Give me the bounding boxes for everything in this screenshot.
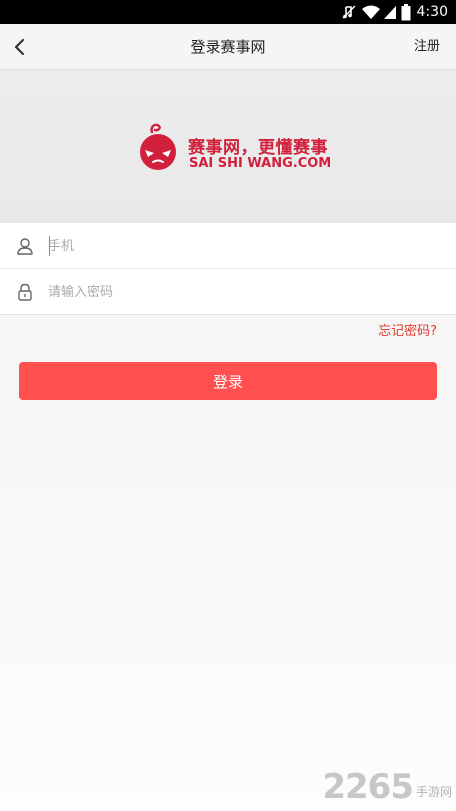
mute-icon bbox=[342, 5, 356, 19]
logo-area: 赛事网，更懂赛事 SAI SHI WANG.COM bbox=[0, 70, 456, 222]
lock-icon bbox=[18, 283, 32, 301]
phone-row bbox=[0, 223, 456, 269]
password-row bbox=[0, 269, 456, 315]
register-link[interactable]: 注册 bbox=[414, 24, 440, 70]
watermark-number: 2265 bbox=[322, 767, 414, 807]
login-button[interactable]: 登录 bbox=[19, 362, 437, 400]
watermark-suffix: 手游网 bbox=[415, 785, 452, 799]
status-icons: 4:30 bbox=[341, 3, 448, 21]
user-icon bbox=[17, 238, 33, 255]
login-form bbox=[0, 222, 456, 315]
logo-domain: SAI SHI WANG.COM bbox=[189, 156, 332, 171]
signal-icon bbox=[383, 6, 396, 19]
logo-slogan: 赛事网，更懂赛事 bbox=[188, 138, 328, 158]
phone-input[interactable] bbox=[48, 231, 438, 261]
back-button[interactable] bbox=[6, 33, 34, 61]
status-bar: 4:30 bbox=[0, 0, 456, 24]
mascot-logo-icon bbox=[140, 123, 176, 170]
wifi-icon bbox=[361, 5, 380, 19]
battery-icon bbox=[401, 3, 411, 20]
site-watermark: 2265 手游网 bbox=[322, 769, 452, 805]
chevron-left-icon bbox=[14, 38, 25, 56]
password-input[interactable] bbox=[48, 277, 438, 307]
text-cursor bbox=[49, 236, 50, 256]
forgot-password-link[interactable]: 忘记密码? bbox=[378, 320, 437, 339]
nav-bar: 登录赛事网 注册 bbox=[0, 24, 456, 70]
status-time: 4:30 bbox=[416, 4, 448, 20]
page-title: 登录赛事网 bbox=[190, 38, 266, 56]
